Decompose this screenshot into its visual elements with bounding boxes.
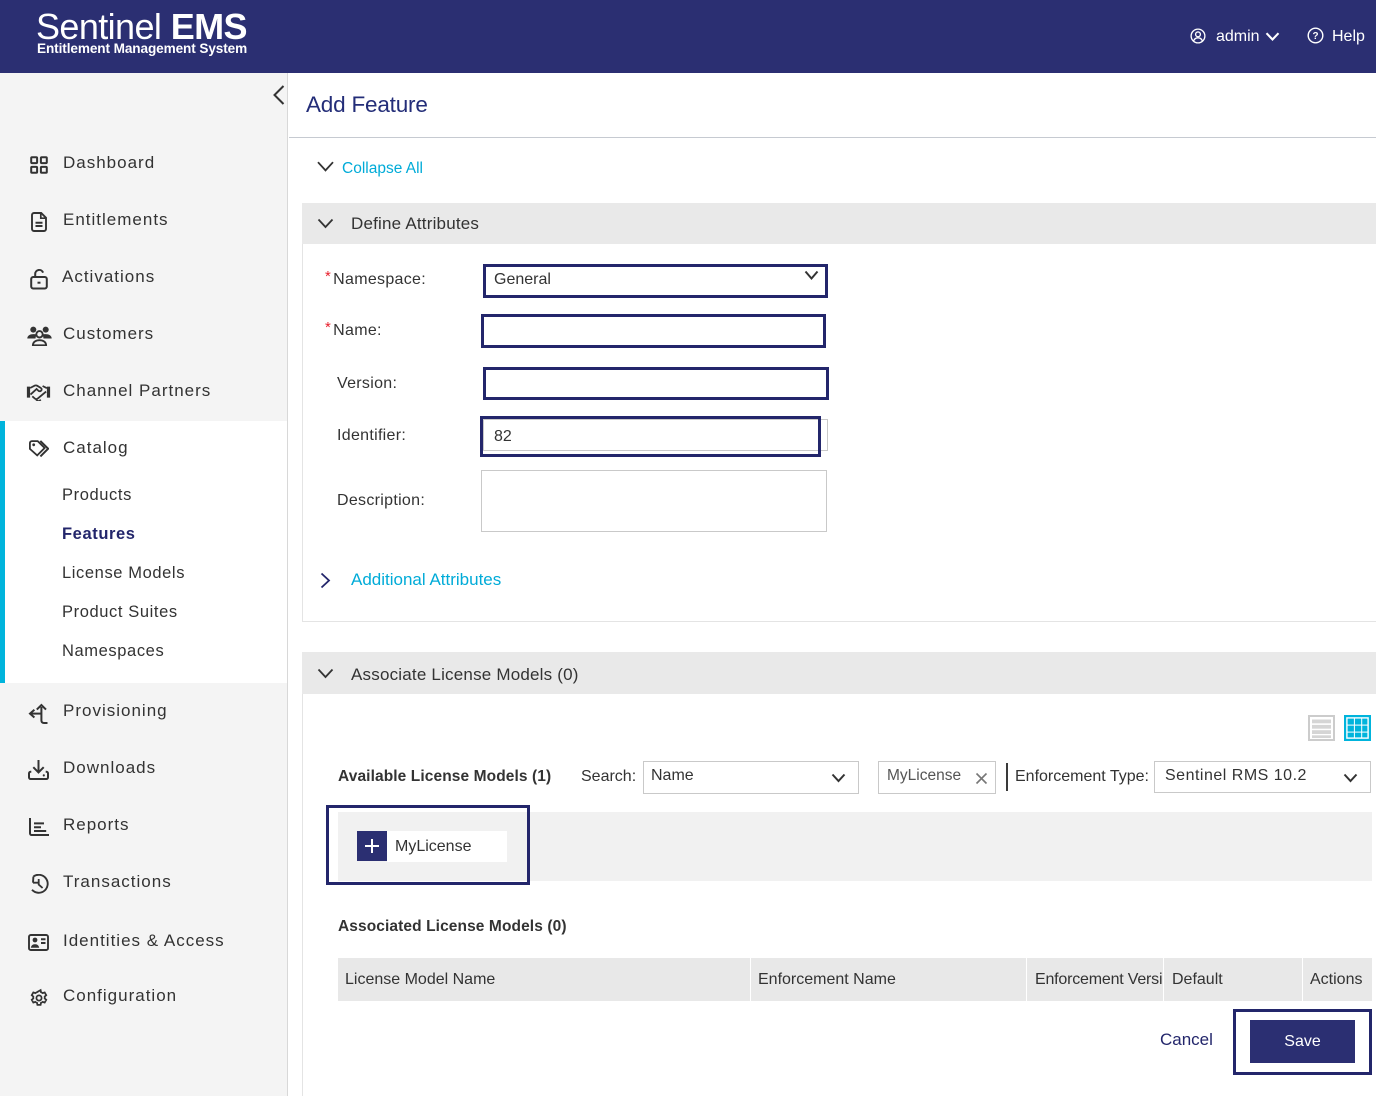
svg-text:?: ? [1312,31,1318,42]
